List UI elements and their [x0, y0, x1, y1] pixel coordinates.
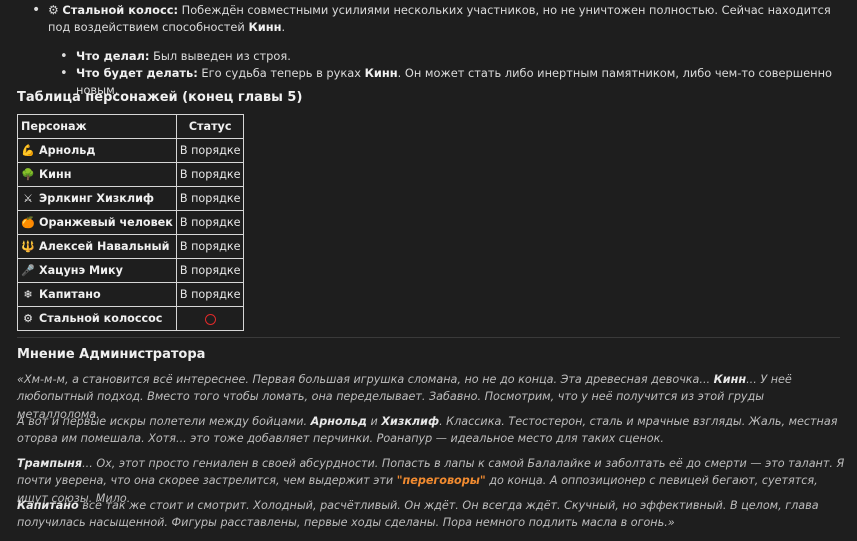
- snowflake-icon: ❄: [23, 288, 33, 301]
- quote-bold-name: Кинн: [713, 373, 747, 386]
- character-name: Алексей Навальный: [39, 240, 170, 253]
- quote-bold-name: Капитано: [17, 499, 79, 512]
- muscle-icon: 💪: [21, 144, 35, 157]
- intro-item-name: Стальной колосс:: [62, 3, 179, 17]
- table-row: 🍊 Оранжевый человек В порядке: [17, 210, 245, 235]
- character-cell: 🍊 Оранжевый человек: [17, 210, 177, 235]
- sublist-item-label: Что будет делать:: [76, 66, 198, 80]
- status-cell: В порядке: [175, 162, 245, 187]
- status-cell: В порядке: [175, 186, 245, 211]
- character-cell: 🌳 Кинн: [17, 162, 177, 187]
- gear-icon: ⚙: [48, 3, 59, 17]
- table-row: 🎤 Хацунэ Мику В порядке: [17, 258, 245, 283]
- status-cell: В порядке: [175, 258, 245, 283]
- divider: [17, 337, 840, 338]
- character-name: Эрлкинг Хизклиф: [39, 192, 155, 205]
- table-row: ❄ Капитано В порядке: [17, 282, 245, 307]
- quote-text: «Хм-м-м, а становится всё интереснее. Пе…: [17, 373, 714, 386]
- status-cell: В порядке: [175, 282, 245, 307]
- quote-text: всё так же стоит и смотрит. Холодный, ра…: [17, 499, 819, 530]
- table-row: 🌳 Кинн В порядке: [17, 162, 245, 187]
- admin-opinion-title: Мнение Администратора: [17, 347, 206, 362]
- character-name: Оранжевый человек: [39, 216, 173, 229]
- admin-quote-paragraph-2: А вот и первые искры полетели между бойц…: [17, 413, 847, 448]
- microphone-icon: 🎤: [21, 264, 35, 277]
- character-cell: ❄ Капитано: [17, 282, 177, 307]
- character-cell: 🔱 Алексей Навальный: [17, 234, 177, 259]
- intro-item-bold-tail: Кинн: [248, 20, 282, 34]
- column-header-status: Статус: [175, 114, 245, 139]
- sublist-item-bold: Кинн: [364, 66, 398, 80]
- character-name: Капитано: [39, 288, 101, 301]
- gear-icon: ⚙: [23, 312, 33, 325]
- status-cell: В порядке: [175, 234, 245, 259]
- character-name: Хацунэ Мику: [39, 264, 123, 277]
- character-cell: ⚔ Эрлкинг Хизклиф: [17, 186, 177, 211]
- column-header-character: Персонаж: [17, 114, 177, 139]
- table-row: 🔱 Алексей Навальный В порядке: [17, 234, 245, 259]
- table-row: ⚙ Стальной колоссос: [17, 306, 245, 331]
- quote-highlight: "переговоры": [396, 474, 486, 488]
- intro-list: ⚙ Стальной колосс: Побеждён совместными …: [32, 2, 837, 36]
- table-row: 💪 Арнольд В порядке: [17, 138, 245, 163]
- status-cell: В порядке: [175, 138, 245, 163]
- characters-table: Персонаж Статус 💪 Арнольд В порядке 🌳 Кинн…: [17, 114, 245, 331]
- sublist-item-label: Что делал:: [76, 49, 150, 63]
- quote-text: и: [366, 415, 382, 428]
- trident-icon: 🔱: [21, 240, 35, 253]
- quote-bold-name: Арнольд: [310, 415, 367, 428]
- orange-icon: 🍊: [21, 216, 35, 229]
- tree-icon: 🌳: [21, 168, 35, 181]
- table-title: Таблица персонажей (конец главы 5): [17, 90, 303, 105]
- intro-item-tail-end: .: [281, 20, 286, 34]
- intro-list-item: ⚙ Стальной колосс: Побеждён совместными …: [32, 2, 837, 36]
- quote-bold-name: Хизклиф: [381, 415, 440, 428]
- crossed-swords-icon: ⚔: [23, 192, 33, 205]
- sublist-item-text: Был выведен из строя.: [149, 49, 291, 63]
- status-cell: В порядке: [175, 210, 245, 235]
- quote-bold-name: Трампыня: [17, 457, 83, 470]
- quote-text: А вот и первые искры полетели между бойц…: [17, 415, 311, 428]
- character-cell: 💪 Арнольд: [17, 138, 177, 163]
- character-name: Кинн: [39, 168, 72, 181]
- character-name: Арнольд: [39, 144, 96, 157]
- character-name: Стальной колоссос: [39, 312, 163, 325]
- character-cell: ⚙ Стальной колоссос: [17, 306, 177, 331]
- character-cell: 🎤 Хацунэ Мику: [17, 258, 177, 283]
- sublist-item-did: Что делал: Был выведен из строя.: [60, 48, 840, 65]
- status-cell: [175, 306, 245, 331]
- table-header-row: Персонаж Статус: [17, 114, 245, 139]
- red-circle-icon: [204, 313, 216, 325]
- admin-quote-paragraph-4: Капитано всё так же стоит и смотрит. Хол…: [17, 497, 847, 532]
- table-row: ⚔ Эрлкинг Хизклиф В порядке: [17, 186, 245, 211]
- sublist-item-text: Его судьба теперь в руках: [197, 66, 365, 80]
